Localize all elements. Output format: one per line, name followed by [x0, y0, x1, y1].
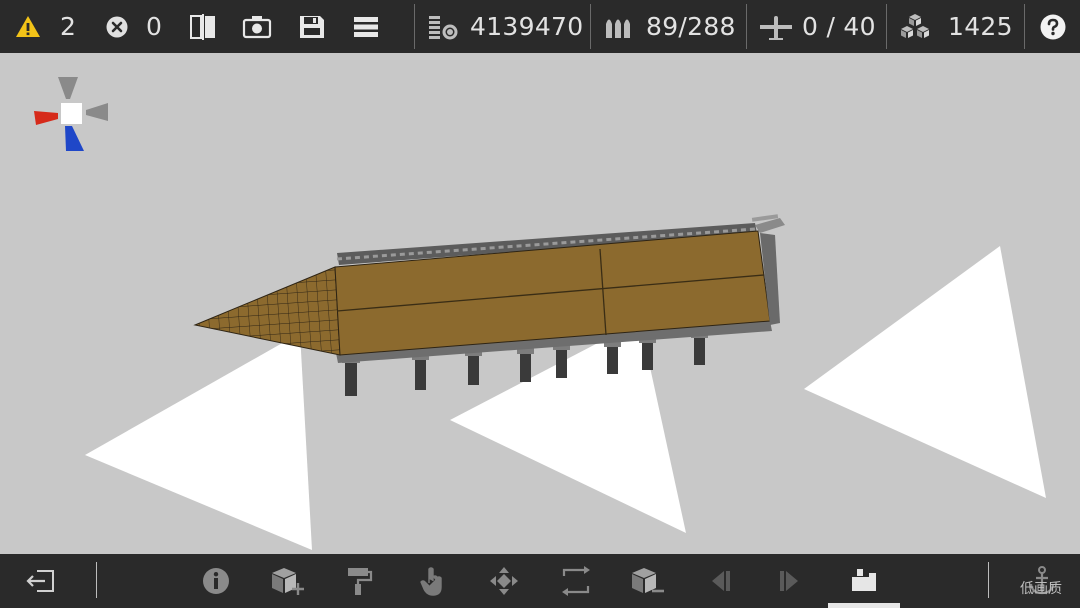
orientation-gizmo[interactable] [34, 77, 108, 151]
exit-button[interactable] [18, 554, 62, 608]
cost-value: 4139470 [470, 12, 584, 41]
top-toolbar: 2 0 4139470 89/288 0 / 40 1425 [0, 0, 1080, 53]
paint-button[interactable] [336, 554, 380, 608]
aircraft-value: 0 / 40 [802, 12, 876, 41]
bottom-toolbar [0, 554, 1080, 608]
blocks-icon [901, 13, 929, 38]
error-icon [106, 16, 128, 37]
info-button[interactable] [194, 554, 238, 608]
screenshot-button[interactable] [242, 0, 272, 53]
rotate-button[interactable] [554, 554, 598, 608]
rotate-icon [562, 566, 590, 596]
errors-indicator[interactable] [105, 0, 129, 53]
toolbar-divider [590, 4, 591, 49]
menu-icon [354, 16, 378, 37]
warning-icon [16, 15, 40, 37]
direction-arrow [85, 333, 312, 550]
aircraft-stat [758, 0, 794, 53]
help-icon [1040, 14, 1066, 39]
exit-icon [26, 570, 54, 592]
add-block-icon [272, 568, 304, 595]
save-icon [300, 15, 324, 38]
active-tool-indicator [828, 603, 900, 608]
aircraft-icon [760, 15, 792, 40]
split-view-icon [190, 13, 215, 40]
help-button[interactable] [1039, 0, 1067, 53]
ammo-icon [606, 19, 630, 38]
camera-icon [242, 15, 272, 38]
save-button[interactable] [298, 0, 326, 53]
previous-button[interactable] [698, 554, 742, 608]
add-block-button[interactable] [266, 554, 310, 608]
select-button[interactable] [410, 554, 454, 608]
menu-button[interactable] [352, 0, 380, 53]
hand-select-icon [420, 567, 442, 596]
blocks-stat [898, 0, 932, 53]
ammo-stat [603, 0, 635, 53]
info-icon [203, 568, 229, 594]
prev-icon [712, 571, 730, 591]
move-button[interactable] [482, 554, 526, 608]
toolbar-divider [988, 562, 989, 598]
camera-mode-icon [852, 569, 876, 591]
paint-roller-icon [348, 568, 373, 595]
move-icon [490, 567, 518, 595]
toolbar-divider [886, 4, 887, 49]
toolbar-divider [746, 4, 747, 49]
warnings-indicator[interactable] [14, 0, 42, 53]
quality-watermark: 低画质 [1020, 581, 1062, 597]
build-viewport[interactable] [0, 53, 1080, 554]
toolbar-divider [414, 4, 415, 49]
remove-block-button[interactable] [626, 554, 670, 608]
warnings-count: 2 [60, 12, 77, 41]
direction-arrow [804, 246, 1046, 498]
toolbar-divider [96, 562, 97, 598]
remove-block-icon [632, 568, 664, 593]
errors-count: 0 [146, 12, 163, 41]
cost-stat [426, 0, 460, 53]
ammo-value: 89/288 [646, 12, 736, 41]
next-button[interactable] [768, 554, 812, 608]
toolbar-divider [1024, 4, 1025, 49]
scene-canvas [34, 77, 1046, 550]
camera-mode-button[interactable] [842, 554, 886, 608]
split-view-button[interactable] [188, 0, 218, 53]
next-icon [780, 571, 798, 591]
blocks-value: 1425 [948, 12, 1013, 41]
coins-icon [429, 15, 458, 39]
